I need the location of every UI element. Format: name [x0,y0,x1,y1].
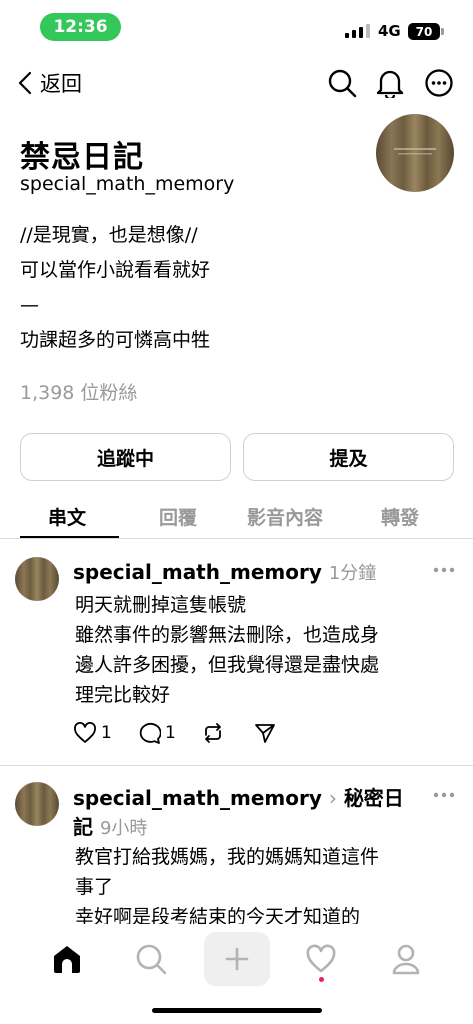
send-icon [255,724,275,743]
profile-avatar[interactable] [376,114,454,192]
post-time: 1分鐘 [328,563,377,584]
post-body: 教官打給我媽媽，我的媽媽知道這件 事了 幸好啊是段考結束的今天才知道的 [75,842,445,932]
comment-count: 1 [165,723,176,743]
like-button[interactable]: 1 [73,722,112,744]
person-icon [392,944,420,975]
status-bar: 12:36 4G 70 [0,0,473,54]
network-type: 4G [378,22,401,40]
bio-line: //是現實，也是想像// [20,224,198,246]
nav-home[interactable] [34,932,100,986]
home-icon [54,946,80,973]
post-line: 事了 [75,876,114,898]
tab-threads[interactable]: 串文 [48,503,86,530]
share-button[interactable] [253,722,277,744]
comment-icon [139,722,161,744]
comment-button[interactable]: 1 [137,722,176,744]
bell-icon[interactable] [375,68,405,98]
more-icon[interactable] [432,565,456,575]
bio-line: — [20,294,39,316]
post-tag-continued[interactable]: 記 [73,815,93,839]
post-author-name[interactable]: special_math_memory [73,786,322,810]
post-line: 邊人許多困擾，但我覺得還是盡快處 [75,654,380,676]
repost-icon [205,723,221,743]
back-button[interactable]: 返回 [18,68,82,98]
repost-button[interactable] [201,722,225,744]
battery-tip [441,28,444,35]
following-button[interactable]: 追蹤中 [20,433,231,481]
post-body: 明天就刪掉這隻帳號 雖然事件的影響無法刪除，也造成身 邊人許多困擾，但我覺得還是… [75,590,445,710]
notification-dot [319,977,324,982]
profile-bio: //是現實，也是想像// 可以當作小說看看就好 — 功課超多的可憐高中牲 [20,218,210,358]
tab-media[interactable]: 影音內容 [247,503,323,530]
post-actions: 1 1 [73,722,333,748]
post-line: 雖然事件的影響無法刪除，也造成身 [75,624,380,646]
profile-handle: special_math_memory [20,173,235,195]
battery-icon: 70 [408,23,440,40]
post-tag[interactable]: 秘密日 [344,786,404,810]
nav-create[interactable] [204,932,270,986]
heart-icon [306,944,336,973]
battery-level: 70 [415,24,433,39]
top-nav: 返回 [0,62,473,104]
like-count: 1 [101,723,112,743]
thread-chevron-icon: › [328,786,337,810]
more-icon[interactable] [424,68,454,98]
post-divider [0,765,473,766]
more-icon[interactable] [432,790,456,800]
post-line: 教官打給我媽媽，我的媽媽知道這件 [75,846,380,868]
nav-search[interactable] [118,932,184,986]
nav-profile[interactable] [373,932,439,986]
back-label: 返回 [40,72,82,96]
post-line: 明天就刪掉這隻帳號 [75,594,247,616]
post-author[interactable]: special_math_memory › 秘密日 記 9小時 [73,784,418,843]
post-line: 理完比較好 [75,684,171,706]
post-time: 9小時 [99,818,148,839]
post-avatar[interactable] [15,782,59,826]
tab-replies[interactable]: 回覆 [159,503,197,530]
plus-icon [225,947,249,971]
search-icon[interactable] [327,68,357,98]
post-author-name[interactable]: special_math_memory [73,560,322,584]
home-indicator [152,1008,322,1013]
tab-reposts[interactable]: 轉發 [381,503,419,530]
active-tab-indicator [20,536,119,538]
heart-icon [74,722,96,743]
chevron-left-icon [18,71,32,95]
profile-tabs: 串文 回覆 影音內容 轉發 [0,497,473,539]
mention-button[interactable]: 提及 [243,433,454,481]
post-avatar[interactable] [15,557,59,601]
bio-line: 功課超多的可憐高中牲 [20,329,211,351]
bio-line: 可以當作小說看看就好 [20,259,211,281]
profile-name: 禁忌日記 [20,140,144,175]
followers-count[interactable]: 1,398 位粉絲 [20,378,137,405]
status-time: 12:36 [40,13,121,41]
post-author[interactable]: special_math_memory 1分鐘 [73,559,376,585]
search-icon [136,944,167,975]
signal-icon [345,24,370,38]
